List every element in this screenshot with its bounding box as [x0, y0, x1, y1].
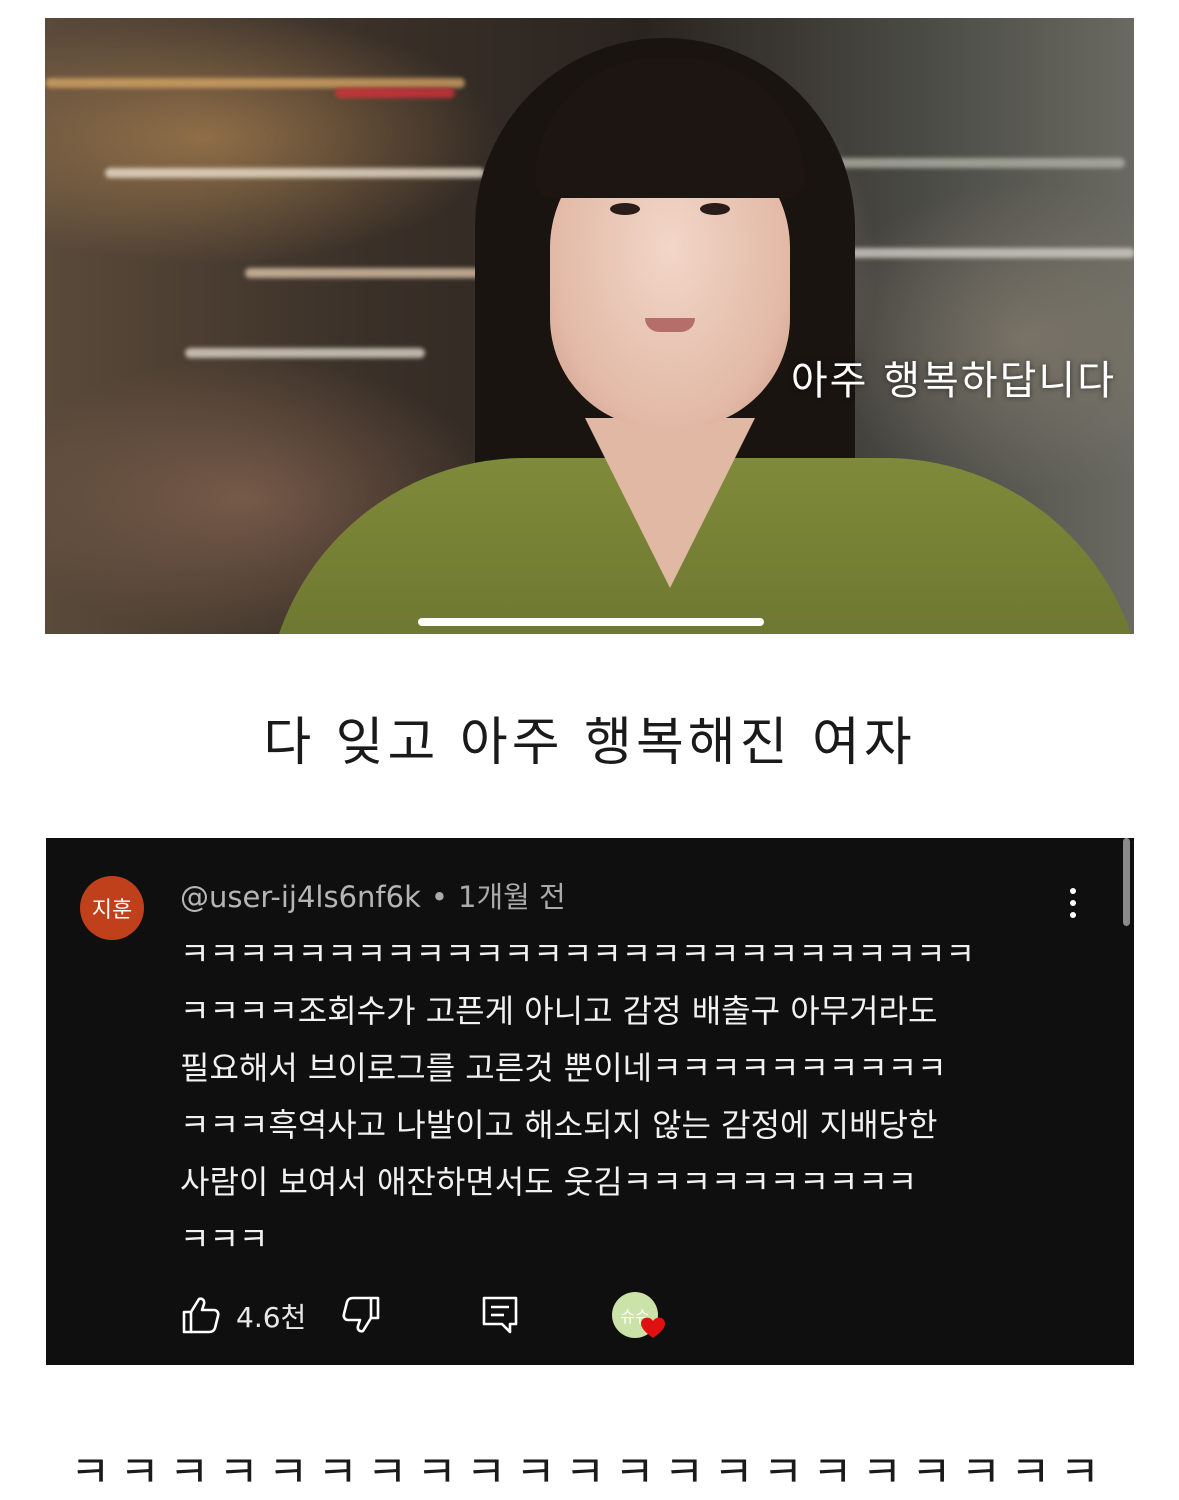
- light-streak: [825, 158, 1125, 168]
- avatar[interactable]: 지훈: [80, 876, 144, 940]
- comment-card: 지훈 @user-ij4ls6nf6k • 1개월 전 ㅋㅋㅋㅋㅋㅋㅋㅋㅋㅋㅋㅋㅋㅋ…: [46, 838, 1134, 1365]
- light-streak: [245, 268, 495, 278]
- meta-separator: •: [430, 880, 448, 914]
- comment-meta: @user-ij4ls6nf6k • 1개월 전: [180, 874, 566, 916]
- video-frame[interactable]: 아주 행복하답니다: [45, 18, 1134, 634]
- post-title: 다 잊고 아주 행복해진 여자: [263, 713, 916, 773]
- reply-icon[interactable]: [480, 1294, 520, 1336]
- light-streak: [335, 88, 455, 98]
- comment-actions: 4.6천 슈슈: [180, 1290, 780, 1340]
- video-caption: 아주 행복하답니다: [790, 358, 1116, 404]
- comment-line: ㅋㅋㅋㅋㅋㅋㅋㅋㅋㅋㅋㅋㅋㅋㅋㅋㅋㅋㅋㅋㅋㅋㅋㅋㅋㅋㅋ: [180, 935, 975, 973]
- creator-heart: 슈슈: [612, 1290, 672, 1344]
- comment-line: ㅋㅋㅋㅋ조회수가 고픈게 아니고 감정 배출구 아무거라도: [180, 992, 938, 1030]
- comment-line: ㅋㅋㅋ: [180, 1220, 269, 1258]
- home-indicator[interactable]: [418, 618, 764, 626]
- like-count: 4.6천: [236, 1301, 307, 1334]
- comment-line: 필요해서 브이로그를 고른것 뿐이네ㅋㅋㅋㅋㅋㅋㅋㅋㅋㅋ: [180, 1049, 947, 1087]
- reaction-text: ㅋㅋㅋㅋㅋㅋㅋㅋㅋㅋㅋㅋㅋㅋㅋㅋㅋㅋㅋㅋㅋ: [69, 1447, 1110, 1498]
- light-streak: [105, 168, 485, 178]
- comment-text: ㅋㅋㅋㅋㅋㅋㅋㅋㅋㅋㅋㅋㅋㅋㅋㅋㅋㅋㅋㅋㅋㅋㅋㅋㅋㅋㅋ ㅋㅋㅋㅋ조회수가 고픈게…: [180, 926, 1060, 1268]
- comment-handle[interactable]: @user-ij4ls6nf6k: [180, 880, 421, 914]
- right-eye: [700, 203, 730, 215]
- light-streak: [185, 348, 425, 358]
- thumbs-down-icon[interactable]: [340, 1294, 382, 1336]
- comment-line: ㅋㅋㅋ흑역사고 나발이고 해소되지 않는 감정에 지배당한: [180, 1106, 938, 1144]
- thumbs-up-icon[interactable]: [180, 1294, 222, 1336]
- comment-time: 1개월 전: [458, 880, 566, 914]
- heart-icon: [641, 1317, 665, 1338]
- scrollbar[interactable]: [1123, 838, 1130, 926]
- avatar-text: 지훈: [91, 898, 133, 923]
- light-streak: [45, 78, 465, 88]
- left-eye: [610, 203, 640, 215]
- smile: [645, 318, 695, 332]
- more-vert-icon[interactable]: [1058, 888, 1088, 928]
- comment-line: 사람이 보여서 애잔하면서도 웃김ㅋㅋㅋㅋㅋㅋㅋㅋㅋㅋ: [180, 1163, 918, 1201]
